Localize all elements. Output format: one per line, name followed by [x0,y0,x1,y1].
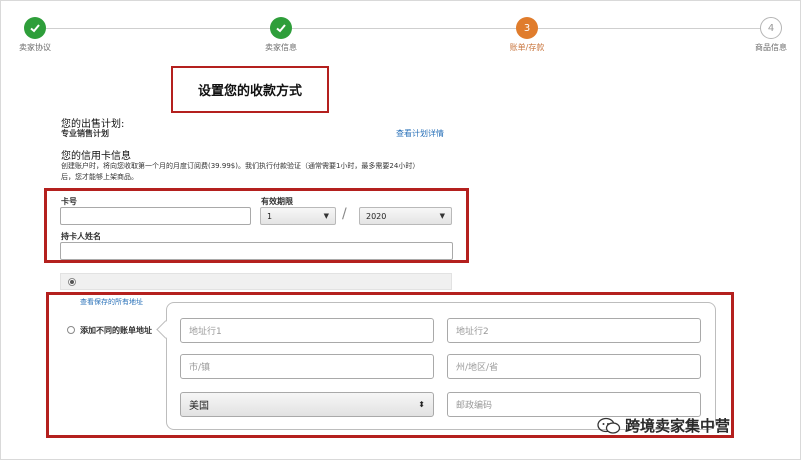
step-3-indicator: 3 [516,17,538,39]
cardholder-label: 持卡人姓名 [61,232,101,241]
watermark: 跨境卖家集中营 [597,415,730,436]
card-number-input[interactable] [60,207,251,225]
country-value: 美国 [189,401,209,412]
wechat-icon [597,417,621,435]
step-connector [46,28,281,29]
step-1-label: 卖家协议 [19,43,51,52]
select-arrows-icon: ⬍ [418,400,425,409]
zip-code-input[interactable]: 邮政编码 [447,392,701,417]
country-select[interactable]: 美国 ⬍ [180,392,434,417]
page-title-text: 设置您的收款方式 [197,84,302,99]
saved-address-option[interactable] [60,273,452,290]
credit-card-note-line1: 创建账户时，将向您收取第一个月的月度订阅费(39.99$)。我们执行付款验证（通… [61,162,420,170]
dropdown-arrow-icon: ▼ [323,212,329,220]
watermark-text: 跨境卖家集中营 [625,417,731,435]
plan-details-link[interactable]: 查看计划详情 [396,128,444,139]
address-line1-input[interactable]: 地址行1 [180,318,434,343]
plan-name: 专业销售计划 [61,129,109,138]
step-2-check-icon [270,17,292,39]
address-line2-input[interactable]: 地址行2 [447,318,701,343]
expiry-month-select[interactable]: 1 ▼ [260,207,336,225]
page-title: 设置您的收款方式 [171,66,329,113]
expiry-label: 有效期限 [261,197,293,206]
cardholder-name-input[interactable] [60,242,453,260]
credit-card-heading: 您的信用卡信息 [61,151,131,162]
add-billing-address-label[interactable]: 添加不同的账单地址 [80,325,152,336]
expiry-separator: / [342,206,347,222]
state-input[interactable]: 州/地区/省 [447,354,701,379]
saved-address-link[interactable]: 查看保存的所有地址 [80,297,143,307]
step-1-check-icon [24,17,46,39]
add-billing-address-radio[interactable] [67,326,75,334]
city-input[interactable]: 市/镇 [180,354,434,379]
step-4-indicator: 4 [760,17,782,39]
expiry-year-value: 2020 [366,211,387,221]
dropdown-arrow-icon: ▼ [439,212,445,220]
step-4-label: 商品信息 [755,43,787,52]
step-3-label: 账单/存款 [509,43,545,52]
step-connector [292,28,517,29]
step-2-label: 卖家信息 [265,43,297,52]
saved-address-radio[interactable] [68,278,76,286]
expiry-month-value: 1 [267,211,273,221]
credit-card-note-line2: 后，您才能够上架商品。 [61,173,138,181]
card-number-label: 卡号 [61,197,77,206]
billing-address-card: 地址行1 地址行2 市/镇 州/地区/省 美国 ⬍ 邮政编码 [166,302,716,430]
expiry-year-select[interactable]: 2020 ▼ [359,207,452,225]
step-connector [536,28,760,29]
